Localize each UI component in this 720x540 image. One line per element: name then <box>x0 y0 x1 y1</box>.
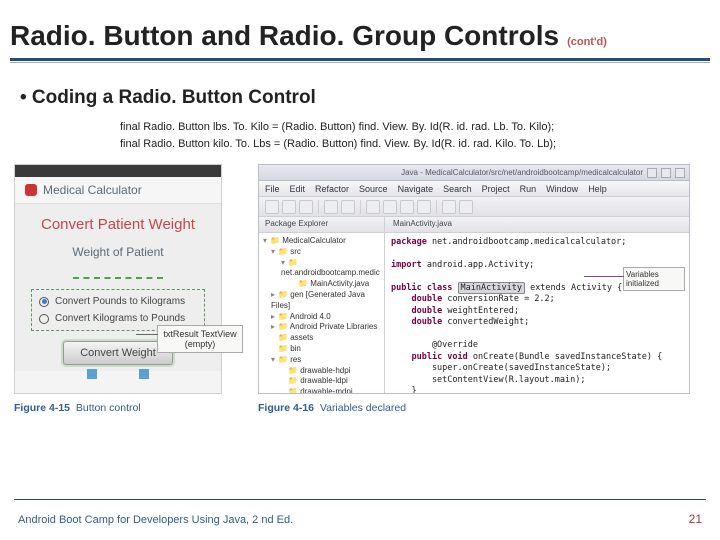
phone-status-bar <box>15 165 221 177</box>
project-tree[interactable]: ▾📁 MedicalCalculator▾📁 src▾📁 net.android… <box>259 233 384 393</box>
ide-window: Java - MedicalCalculator/src/net/android… <box>258 164 690 394</box>
radio-icon <box>39 297 49 307</box>
menu-run[interactable]: Run <box>520 184 537 194</box>
continued-label: (cont'd) <box>567 36 607 48</box>
menu-help[interactable]: Help <box>588 184 607 194</box>
editor-callout: Variables initialized <box>623 267 685 291</box>
code-block: final Radio. Button lbs. To. Kilo = (Rad… <box>0 119 720 164</box>
menu-file[interactable]: File <box>265 184 280 194</box>
tree-item[interactable]: 📁 assets <box>263 333 380 344</box>
radio-lbs-kilo[interactable]: Convert Pounds to Kilograms <box>35 293 201 310</box>
radio-icon <box>39 314 49 324</box>
tree-item[interactable]: 📁 drawable-hdpi <box>263 366 380 377</box>
app-icon <box>25 184 37 196</box>
title-rule-thick <box>10 58 710 61</box>
tree-item[interactable]: 📁 drawable-ldpi <box>263 376 380 387</box>
ide-title-text: Java - MedicalCalculator/src/net/android… <box>401 168 643 177</box>
toolbar-separator <box>436 200 437 214</box>
tree-item[interactable]: ▾📁 MedicalCalculator <box>263 236 380 247</box>
subheading: • Coding a Radio. Button Control <box>0 63 720 119</box>
footer-rule <box>14 499 706 500</box>
code-line-2: final Radio. Button kilo. To. Lbs = (Rad… <box>120 136 720 153</box>
tree-item[interactable]: ▾📁 net.androidbootcamp.medic <box>263 258 380 280</box>
menu-source[interactable]: Source <box>359 184 388 194</box>
ide-menubar: File Edit Refactor Source Navigate Search Proj… <box>259 181 689 197</box>
tree-item[interactable]: 📁 drawable-mdpi <box>263 387 380 393</box>
figure-caption-b: Figure 4-16 Variables declared <box>258 402 406 414</box>
screen-heading: Convert Patient Weight <box>25 216 211 233</box>
radio-label: Convert Pounds to Kilograms <box>55 296 185 307</box>
code-line-1: final Radio. Button lbs. To. Kilo = (Rad… <box>120 119 720 136</box>
toolbar-button[interactable] <box>299 200 313 214</box>
ide-titlebar: Java - MedicalCalculator/src/net/android… <box>259 165 689 181</box>
code-editor[interactable]: package net.androidbootcamp.medicalcalcu… <box>385 233 689 393</box>
tree-item[interactable]: ▸📁 Android 4.0 <box>263 312 380 323</box>
editor-tab[interactable]: MainActivity.java <box>385 217 689 233</box>
tree-item[interactable]: ▾📁 res <box>263 355 380 366</box>
toolbar-button[interactable] <box>459 200 473 214</box>
toolbar-button[interactable] <box>400 200 414 214</box>
max-button-icon[interactable] <box>661 168 671 178</box>
menu-project[interactable]: Project <box>482 184 510 194</box>
menu-edit[interactable]: Edit <box>290 184 306 194</box>
toolbar-button[interactable] <box>282 200 296 214</box>
pane-tab[interactable]: Package Explorer <box>259 217 384 233</box>
menu-navigate[interactable]: Navigate <box>398 184 434 194</box>
toolbar-button[interactable] <box>442 200 456 214</box>
page-number: 21 <box>689 512 702 526</box>
footer-text: Android Boot Camp for Developers Using J… <box>18 514 293 526</box>
app-header: Medical Calculator <box>15 177 221 204</box>
slide-title: Radio. Button and Radio. Group Controls <box>10 20 559 52</box>
menu-window[interactable]: Window <box>546 184 578 194</box>
phone-mockup: Medical Calculator Convert Patient Weigh… <box>14 164 222 394</box>
tree-item[interactable]: ▸📁 gen [Generated Java Files] <box>263 290 380 312</box>
package-explorer-pane: Package Explorer ▾📁 MedicalCalculator▾📁 … <box>259 217 385 393</box>
tree-item[interactable]: 📁 MainActivity.java <box>263 279 380 290</box>
selection-handles <box>87 369 149 379</box>
tree-item[interactable]: ▸📁 Android Private Libraries <box>263 322 380 333</box>
tree-item[interactable]: ▾📁 src <box>263 247 380 258</box>
toolbar-button[interactable] <box>341 200 355 214</box>
app-title: Medical Calculator <box>43 183 142 197</box>
min-button-icon[interactable] <box>647 168 657 178</box>
weight-input[interactable] <box>73 265 163 279</box>
toolbar-button[interactable] <box>324 200 338 214</box>
menu-search[interactable]: Search <box>443 184 472 194</box>
radio-label: Convert Kilograms to Pounds <box>55 313 185 324</box>
editor-pane: MainActivity.java package net.androidboo… <box>385 217 689 393</box>
menu-refactor[interactable]: Refactor <box>315 184 349 194</box>
toolbar-button[interactable] <box>265 200 279 214</box>
close-button-icon[interactable] <box>675 168 685 178</box>
toolbar-button[interactable] <box>383 200 397 214</box>
toolbar-separator <box>318 200 319 214</box>
toolbar-button[interactable] <box>366 200 380 214</box>
toolbar-separator <box>360 200 361 214</box>
figure-caption-a: Figure 4-15 Button control <box>14 402 246 414</box>
tree-item[interactable]: 📁 bin <box>263 344 380 355</box>
callout-note: txtResult TextView (empty) <box>157 325 243 353</box>
input-label: Weight of Patient <box>25 245 211 259</box>
ide-toolbar <box>259 197 689 217</box>
toolbar-button[interactable] <box>417 200 431 214</box>
